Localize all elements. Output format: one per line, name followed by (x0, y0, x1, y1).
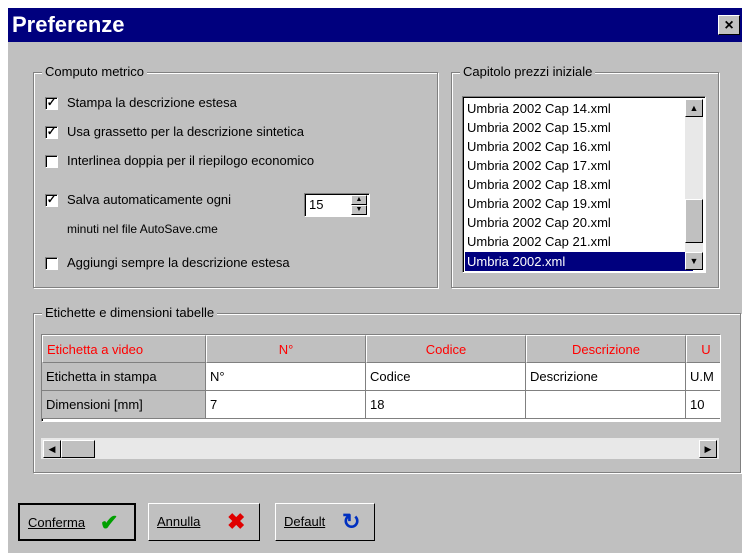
scroll-left-icon[interactable]: ◀ (43, 440, 61, 458)
scroll-down-icon[interactable]: ▼ (685, 252, 703, 270)
table-horizontal-scrollbar[interactable]: ◀ ▶ (41, 438, 719, 459)
table-header-cell: U (686, 335, 720, 363)
table-header-cell: Descrizione (526, 335, 686, 363)
autosave-note: minuti nel file AutoSave.cme (67, 222, 218, 236)
scroll-up-icon[interactable]: ▲ (685, 99, 703, 117)
list-vertical-scrollbar[interactable]: ▲ ▼ (685, 99, 703, 270)
reset-icon: ↻ (342, 509, 361, 534)
list-item[interactable]: Umbria 2002 Cap 17.xml (467, 156, 611, 175)
table-cell[interactable]: 7 (206, 391, 366, 419)
confirm-button-label: Conferma (28, 515, 86, 530)
table-header-cell: Etichetta a video (42, 335, 206, 363)
autosave-minutes-stepper[interactable]: 15 ▲ ▼ (304, 193, 370, 217)
check-icon: ✔ (100, 510, 119, 535)
table-row-header: Etichetta in stampa (42, 363, 206, 391)
computo-group-label: Computo metrico (42, 64, 147, 80)
checkbox-interlinea-label: Interlinea doppia per il riepilogo econo… (67, 153, 315, 168)
cancel-button[interactable]: Annulla ✖ (148, 503, 260, 541)
table-cell[interactable]: 10 (686, 391, 720, 419)
checkbox-grassetto[interactable]: ✓ (45, 126, 58, 139)
list-item[interactable]: Umbria 2002 Cap 19.xml (467, 194, 611, 213)
table-cell[interactable]: U.M (686, 363, 720, 391)
title-bar: Preferenze × (8, 8, 742, 42)
table-row-header: Dimensioni [mm] (42, 391, 206, 419)
list-item-selected[interactable]: Umbria 2002.xml (465, 252, 693, 271)
checkbox-stampa-descrizione-label: Stampa la descrizione estesa (67, 95, 237, 110)
table-cell[interactable] (526, 391, 686, 419)
scroll-right-icon[interactable]: ▶ (699, 440, 717, 458)
checkbox-aggiungi-label: Aggiungi sempre la descrizione estesa (67, 255, 290, 270)
default-button-label: Default (284, 514, 326, 529)
checkbox-grassetto-label: Usa grassetto per la descrizione sinteti… (67, 124, 305, 139)
scroll-thumb[interactable] (61, 440, 95, 458)
close-button[interactable]: × (718, 15, 740, 35)
capitolo-listbox[interactable]: Umbria 2002 Cap 14.xml Umbria 2002 Cap 1… (462, 96, 706, 273)
table-cell[interactable]: Codice (366, 363, 526, 391)
list-item[interactable]: Umbria 2002 Cap 21.xml (467, 232, 611, 251)
scroll-thumb[interactable] (685, 199, 703, 243)
window-title: Preferenze (12, 12, 125, 37)
etichette-group-label: Etichette e dimensioni tabelle (42, 305, 218, 321)
list-item[interactable]: Umbria 2002 Cap 18.xml (467, 175, 611, 194)
checkbox-salva-auto-label: Salva automaticamente ogni (67, 192, 232, 207)
checkbox-aggiungi[interactable] (45, 257, 58, 270)
stepper-down-icon[interactable]: ▼ (351, 205, 367, 215)
list-item[interactable]: Umbria 2002 Cap 15.xml (467, 118, 611, 137)
checkbox-interlinea[interactable] (45, 155, 58, 168)
list-item[interactable]: Umbria 2002 Cap 14.xml (467, 99, 611, 118)
checkbox-stampa-descrizione[interactable]: ✓ (45, 97, 58, 110)
stepper-up-icon[interactable]: ▲ (351, 195, 367, 205)
cancel-button-label: Annulla (157, 514, 201, 529)
table-cell[interactable]: Descrizione (526, 363, 686, 391)
checkbox-salva-auto[interactable]: ✓ (45, 194, 58, 207)
list-item[interactable]: Umbria 2002 Cap 20.xml (467, 213, 611, 232)
table-cell[interactable]: 18 (366, 391, 526, 419)
table-header-cell: Codice (366, 335, 526, 363)
table-cell[interactable]: N° (206, 363, 366, 391)
autosave-minutes-value: 15 (309, 197, 324, 212)
labels-table[interactable]: Etichetta a video N° Codice Descrizione … (41, 334, 721, 422)
default-button[interactable]: Default ↻ (275, 503, 375, 541)
confirm-button[interactable]: Conferma ✔ (18, 503, 136, 541)
list-item[interactable]: Umbria 2002 Cap 16.xml (467, 137, 611, 156)
close-x-icon: ✖ (227, 509, 246, 534)
capitolo-group-label: Capitolo prezzi iniziale (460, 64, 596, 80)
table-header-cell: N° (206, 335, 366, 363)
